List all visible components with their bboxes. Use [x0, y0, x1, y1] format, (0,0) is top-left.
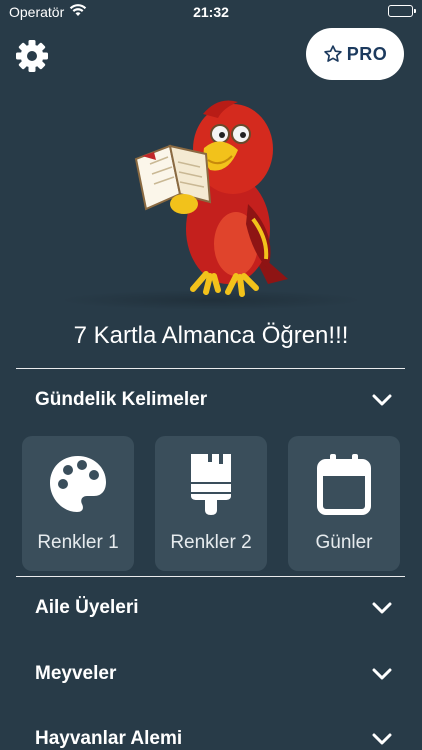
- card-label: Günler: [315, 532, 373, 553]
- section-header-gundelik-kelimeler[interactable]: Gündelik Kelimeler: [16, 375, 405, 425]
- section-header-aile-uyeleri[interactable]: Aile Üyeleri: [16, 583, 405, 633]
- section-header-hayvanlar-alemi[interactable]: Hayvanlar Alemi: [16, 714, 405, 750]
- battery-icon: [388, 5, 416, 17]
- status-bar: Operatör 21:32: [0, 0, 422, 26]
- parrot-mascot-image: [134, 100, 288, 297]
- card-label: Renkler 2: [170, 532, 252, 553]
- section-label: Gündelik Kelimeler: [35, 389, 208, 410]
- chevron-down-icon: [372, 733, 392, 745]
- section-label: Hayvanlar Alemi: [35, 728, 183, 749]
- section-header-meyveler[interactable]: Meyveler: [16, 649, 405, 699]
- divider: [16, 576, 405, 577]
- palette-icon: [50, 456, 106, 512]
- app-title: 7 Kartla Almanca Öğren!!!: [73, 322, 349, 349]
- calendar-icon: [317, 454, 371, 515]
- card-renkler-2[interactable]: Renkler 2: [155, 436, 267, 571]
- star-outline-icon: [323, 45, 342, 62]
- section-label: Meyveler: [35, 663, 117, 684]
- settings-button[interactable]: [14, 38, 50, 74]
- paint-brush-icon: [191, 454, 231, 515]
- card-gunler[interactable]: Günler: [288, 436, 400, 571]
- section-label: Aile Üyeleri: [35, 597, 139, 618]
- card-renkler-1[interactable]: Renkler 1: [22, 436, 134, 571]
- status-time: 21:32: [193, 4, 229, 20]
- chevron-down-icon: [372, 394, 392, 406]
- pro-label: PRO: [346, 43, 388, 64]
- chevron-down-icon: [372, 602, 392, 614]
- gear-icon: [16, 40, 48, 72]
- pro-button[interactable]: PRO: [306, 28, 404, 80]
- card-label: Renkler 1: [37, 532, 119, 553]
- chevron-down-icon: [372, 668, 392, 680]
- divider: [16, 368, 405, 369]
